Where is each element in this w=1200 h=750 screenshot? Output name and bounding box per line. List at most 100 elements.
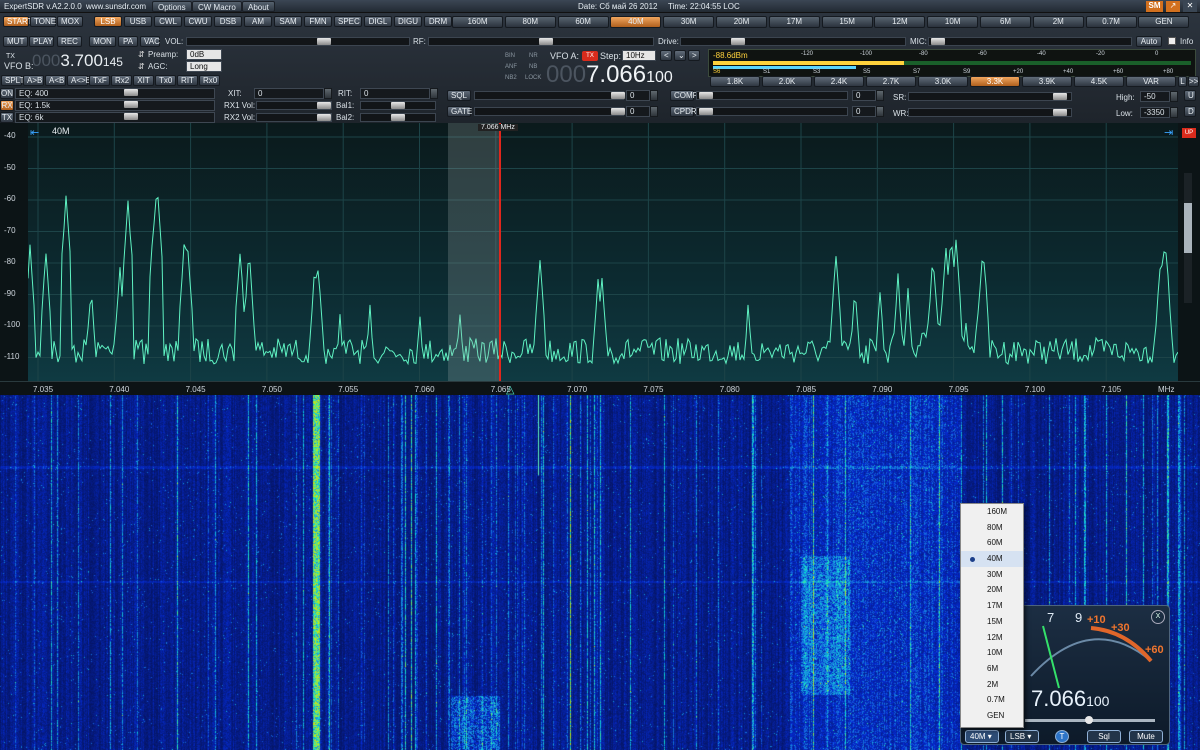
cpdr-value[interactable]: 0	[852, 106, 876, 117]
up-button[interactable]: UP	[1182, 128, 1196, 138]
menu-options[interactable]: Options	[152, 1, 192, 12]
eq-slider-1[interactable]	[100, 101, 200, 110]
gate-spinner[interactable]	[650, 106, 658, 117]
sql-slider[interactable]	[474, 91, 625, 100]
close-icon[interactable]: ✕	[1183, 1, 1197, 12]
band-0-7m-button[interactable]: 0.7M	[1085, 16, 1137, 28]
gate-slider[interactable]	[474, 107, 625, 116]
mode-drm-button[interactable]: DRM	[424, 16, 452, 27]
filter-4-5k-button[interactable]: 4.5K	[1074, 76, 1124, 87]
band-12m-button[interactable]: 12M	[874, 16, 926, 28]
band-menu-item-2m[interactable]: 2M	[961, 677, 1023, 693]
tx0-button[interactable]: Tx0	[155, 75, 176, 86]
mode-sam-button[interactable]: SAM	[274, 16, 302, 27]
mic-slider[interactable]	[928, 37, 1132, 46]
band-menu-item-80m[interactable]: 80M	[961, 520, 1023, 536]
tuning-marker-line[interactable]	[499, 123, 501, 381]
info-checkbox[interactable]	[1168, 37, 1176, 45]
xit-value[interactable]: 0	[254, 88, 324, 99]
band-menu-item-15m[interactable]: 15M	[961, 614, 1023, 630]
mode-spec-button[interactable]: SPEC	[334, 16, 362, 27]
high-spinner[interactable]	[1170, 91, 1178, 102]
filter-2-7k-button[interactable]: 2.7K	[866, 76, 916, 87]
cpdr-button[interactable]: CPDR	[670, 106, 697, 117]
band-right-arrow-icon[interactable]: ⇥	[1164, 126, 1173, 139]
mox-button[interactable]: MOX	[57, 16, 83, 27]
preamp-select[interactable]: 0dB	[186, 49, 222, 60]
mode-am-button[interactable]: AM	[244, 16, 272, 27]
band-menu-item-40m[interactable]: 40M	[961, 551, 1023, 567]
frequency-axis[interactable]: △ 7.035 7.040 7.045 7.050 7.055 7.060 7.065 7.0…	[0, 381, 1200, 396]
low-value[interactable]: -3350	[1140, 107, 1170, 118]
filter-1-8k-button[interactable]: 1.8K	[710, 76, 760, 87]
agc-select[interactable]: Long	[186, 61, 222, 72]
filter-3-0k-button[interactable]: 3.0K	[918, 76, 968, 87]
band-40m-button[interactable]: 40M	[610, 16, 662, 28]
band-17m-button[interactable]: 17M	[768, 16, 820, 28]
filter-passband[interactable]	[448, 123, 500, 381]
rx2-vol-slider[interactable]	[256, 113, 332, 122]
band-left-arrow-icon[interactable]: ⇤	[30, 126, 39, 139]
mode-usb-button[interactable]: USB	[124, 16, 152, 27]
rit-spinner[interactable]	[430, 88, 438, 99]
rf-slider[interactable]	[428, 37, 654, 46]
vfo-a-tx-badge[interactable]: TX	[582, 51, 598, 61]
flag-nb[interactable]: NB	[529, 64, 537, 70]
rec-button[interactable]: REC	[57, 36, 82, 47]
band-menu-item-17m[interactable]: 17M	[961, 598, 1023, 614]
site-link[interactable]: www.sunsdr.com	[86, 2, 146, 11]
play-button[interactable]: PLAY	[29, 36, 54, 47]
cpdr-spinner[interactable]	[876, 106, 884, 117]
eq-tag-tx[interactable]: TX	[0, 112, 14, 123]
filter-2-4k-button[interactable]: 2.4K	[814, 76, 864, 87]
sm-button[interactable]: SM	[1146, 1, 1163, 12]
band-160m-button[interactable]: 160M	[452, 16, 503, 28]
band-15m-button[interactable]: 15M	[821, 16, 873, 28]
flag-nb2[interactable]: NB2	[505, 75, 517, 81]
txf-button[interactable]: TxF	[89, 75, 110, 86]
filter-l-button[interactable]: L	[1178, 76, 1187, 87]
band-10m-button[interactable]: 10M	[927, 16, 979, 28]
filter-3-3k-button[interactable]: 3.3K	[970, 76, 1020, 87]
comp-spinner[interactable]	[876, 90, 884, 101]
band-20m-button[interactable]: 20M	[716, 16, 767, 28]
band-menu-item-60m[interactable]: 60M	[961, 535, 1023, 551]
eq-slider-2[interactable]	[100, 113, 200, 122]
pa-button[interactable]: PA	[118, 36, 138, 47]
band-6m-button[interactable]: 6M	[980, 16, 1031, 28]
u-button[interactable]: U	[1184, 90, 1196, 101]
mode-digu-button[interactable]: DIGU	[394, 16, 422, 27]
low-spinner[interactable]	[1170, 107, 1178, 118]
mode-cwl-button[interactable]: CWL	[154, 16, 182, 27]
mode-dsb-button[interactable]: DSB	[214, 16, 242, 27]
splt-button[interactable]: SPLT	[1, 75, 24, 86]
vac-button[interactable]: VAC	[140, 36, 160, 47]
mut-button[interactable]: MUT	[3, 36, 28, 47]
flag-lock[interactable]: LOCK	[525, 75, 541, 81]
xit-button[interactable]: XIT	[133, 75, 154, 86]
resize-icon[interactable]: ↗	[1166, 1, 1180, 12]
vfo-b-frequency[interactable]: 0003.700145	[32, 51, 123, 71]
flag-anf[interactable]: ANF	[505, 64, 517, 70]
comp-button[interactable]: COMP	[670, 90, 698, 101]
auto-button[interactable]: Auto	[1136, 36, 1162, 47]
start-button[interactable]: START	[3, 16, 32, 27]
mini-t-button[interactable]: T	[1055, 730, 1069, 743]
bal1-slider[interactable]	[360, 101, 436, 110]
eq-tag-on[interactable]: ON	[0, 88, 14, 99]
band-80m-button[interactable]: 80M	[504, 16, 556, 28]
band-menu-item-6m[interactable]: 6M	[961, 661, 1023, 677]
mode-lsb-button[interactable]: LSB	[94, 16, 122, 27]
mini-sql-button[interactable]: Sql	[1087, 730, 1121, 743]
band-menu-item-30m[interactable]: 30M	[961, 567, 1023, 583]
mode-fmn-button[interactable]: FMN	[304, 16, 332, 27]
step-up-icon[interactable]: >	[688, 50, 700, 61]
menu-cw-macro[interactable]: CW Macro	[192, 1, 242, 12]
xit-spinner[interactable]	[324, 88, 332, 99]
mini-mode-select[interactable]: LSB ▾	[1005, 730, 1039, 743]
mini-frequency[interactable]: 7.066100	[1031, 686, 1109, 712]
comp-slider[interactable]	[696, 91, 848, 100]
sr-slider[interactable]	[908, 92, 1072, 101]
vfo-a-frequency[interactable]: 0007.066100	[546, 61, 673, 89]
drive-slider[interactable]	[680, 37, 906, 46]
